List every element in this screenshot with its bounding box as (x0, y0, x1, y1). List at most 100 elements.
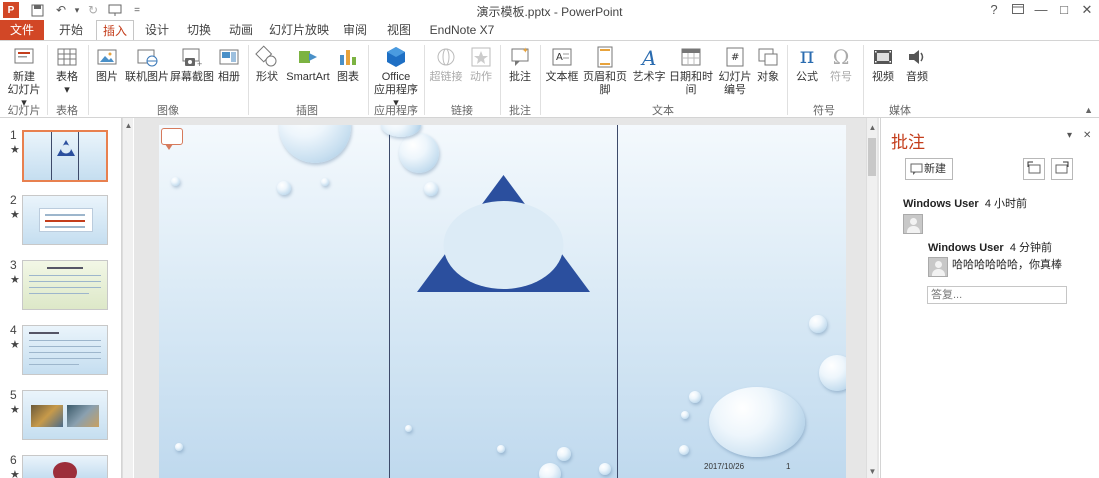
scrollbar-thumb[interactable] (868, 138, 876, 176)
chart-button[interactable]: 图表 (334, 45, 362, 84)
group-tables-label: 表格 (56, 105, 78, 117)
group-links-label: 链接 (451, 105, 473, 117)
datetime-button[interactable]: 日期和时间 (666, 45, 716, 97)
comment-label: 批注 (509, 71, 531, 83)
slide-scrollbar[interactable]: ▲ ▼ (866, 118, 877, 478)
header-footer-button[interactable]: 页眉和页脚 (580, 45, 630, 97)
pane-close-icon[interactable]: ✕ (1083, 130, 1091, 141)
smartart-button[interactable]: SmartArt (284, 45, 332, 84)
tab-transitions[interactable]: 切换 (182, 20, 216, 40)
title-bar: P ↶ ▾ ↻ = 演示模板.pptx - PowerPoint ? — □ ✕ (0, 0, 1099, 20)
screenshot-button[interactable]: + 屏幕截图 (170, 45, 214, 84)
animation-star-icon: ★ (10, 469, 20, 478)
tab-review[interactable]: 审阅 (340, 20, 370, 40)
help-button[interactable]: ? (983, 1, 1005, 19)
animation-star-icon: ★ (10, 404, 20, 416)
new-slide-button[interactable]: 新建 幻灯片 ▾ (4, 45, 44, 110)
ribbon-display-icon[interactable] (1007, 1, 1029, 19)
comment-time: 4 小时前 (984, 198, 1028, 210)
reply-input[interactable]: 答复... (927, 286, 1067, 304)
datetime-label: 日期和时间 (669, 71, 713, 96)
scroll-up-icon[interactable]: ▲ (867, 122, 878, 133)
next-comment-icon (1055, 161, 1069, 174)
thumbnail-number: 1 (10, 128, 17, 142)
triangle-circle-shape[interactable] (417, 175, 590, 295)
close-button[interactable]: ✕ (1076, 1, 1098, 19)
water-drop-decoration (709, 387, 805, 457)
wordart-label: 艺术字 (632, 71, 666, 83)
slide-footer-date: 2017/10/26 (704, 462, 745, 471)
group-images-label: 图像 (157, 105, 179, 117)
comment-button[interactable]: ✦ 批注 (504, 45, 536, 84)
audio-button[interactable]: 音频 (902, 45, 932, 84)
slide-number-label: 幻灯片 (718, 71, 752, 83)
symbol-label: 符号 (830, 71, 852, 83)
scroll-down-icon[interactable]: ▼ (867, 466, 878, 477)
table-label: 表格 (56, 71, 78, 83)
shapes-button[interactable]: 形状 (252, 45, 282, 84)
slide-thumbnail-6[interactable] (22, 455, 108, 478)
pi-icon: π (799, 44, 815, 69)
slide-thumbnail-5[interactable] (22, 390, 108, 440)
comment-marker-icon[interactable] (161, 128, 183, 150)
hyperlink-label: 超链接 (429, 71, 463, 83)
tab-design[interactable]: 设计 (140, 20, 174, 40)
tab-view[interactable]: 视图 (384, 20, 414, 40)
object-button[interactable]: 对象 (754, 45, 782, 84)
tab-insert[interactable]: 插入 (96, 20, 134, 41)
user-avatar (903, 214, 923, 234)
new-slide-icon (12, 45, 36, 69)
water-drop-decoration (171, 177, 180, 186)
new-comment-button[interactable]: 新建 (905, 158, 953, 180)
group-divider (368, 45, 369, 115)
picture-button[interactable]: 图片 (92, 45, 122, 84)
minimize-button[interactable]: — (1030, 1, 1052, 19)
office-apps-button[interactable]: Office 应用程序 ▾ (372, 45, 420, 110)
next-comment-button[interactable] (1051, 158, 1073, 180)
tab-animations[interactable]: 动画 (224, 20, 258, 40)
collapse-ribbon-icon[interactable]: ▲ (1084, 105, 1093, 115)
action-button[interactable]: 动作 (466, 45, 496, 84)
textbox-label: 文本框 (545, 71, 579, 83)
slide-thumbnail-3[interactable] (22, 260, 108, 310)
water-drop-decoration (679, 445, 689, 455)
tab-slideshow[interactable]: 幻灯片放映 (268, 20, 330, 40)
animation-star-icon: ★ (10, 339, 20, 351)
online-picture-button[interactable]: 联机图片 (124, 45, 170, 84)
hyperlink-button[interactable]: 超链接 (428, 45, 464, 84)
comments-pane-title: 批注 (891, 133, 925, 152)
slide-thumbnail-1[interactable] (22, 130, 108, 182)
new-comment-icon (910, 163, 923, 175)
screenshot-label: 屏幕截图 (170, 71, 214, 83)
wordart-icon: A (637, 45, 661, 70)
shapes-icon (255, 45, 279, 69)
slide-thumbnail-2[interactable] (22, 195, 108, 245)
comment-author: Windows User (903, 198, 979, 210)
textbox-button[interactable]: A 文本框 (544, 45, 580, 84)
picture-label: 图片 (96, 71, 118, 83)
group-divider (47, 45, 48, 115)
chart-label: 图表 (337, 71, 359, 83)
slide-thumbnail-panel: 1 ★ 2 ★ 3 ★ 4 ★ 5 ★ 6 ★ (0, 118, 122, 478)
water-drop-decoration (689, 391, 701, 403)
video-button[interactable]: 视频 (868, 45, 898, 84)
restore-button[interactable]: □ (1053, 1, 1075, 19)
thumbnail-scrollbar[interactable]: ▲ (122, 118, 133, 478)
slide-thumbnail-4[interactable] (22, 325, 108, 375)
tab-endnote[interactable]: EndNote X7 (428, 20, 496, 40)
tab-home[interactable]: 开始 (52, 20, 90, 40)
scroll-up-icon[interactable]: ▲ (123, 120, 134, 131)
table-button[interactable]: 表格 ▾ (50, 45, 84, 97)
wordart-button[interactable]: A 艺术字 (632, 45, 666, 84)
slide-number-button[interactable]: # 幻灯片 编号 (718, 45, 752, 97)
album-button[interactable]: 相册 (214, 45, 244, 84)
previous-comment-button[interactable] (1023, 158, 1045, 180)
symbol-button[interactable]: Ω 符号 (826, 45, 856, 84)
svg-text:A: A (640, 46, 656, 69)
tab-file[interactable]: 文件 (0, 20, 44, 40)
equation-button[interactable]: π 公式 (792, 45, 822, 84)
slide-canvas[interactable]: 2017/10/26 1 (159, 125, 846, 478)
pane-options-icon[interactable]: ▾ (1067, 130, 1072, 141)
table-icon (55, 45, 79, 69)
new-slide-label: 新建 (13, 71, 35, 83)
